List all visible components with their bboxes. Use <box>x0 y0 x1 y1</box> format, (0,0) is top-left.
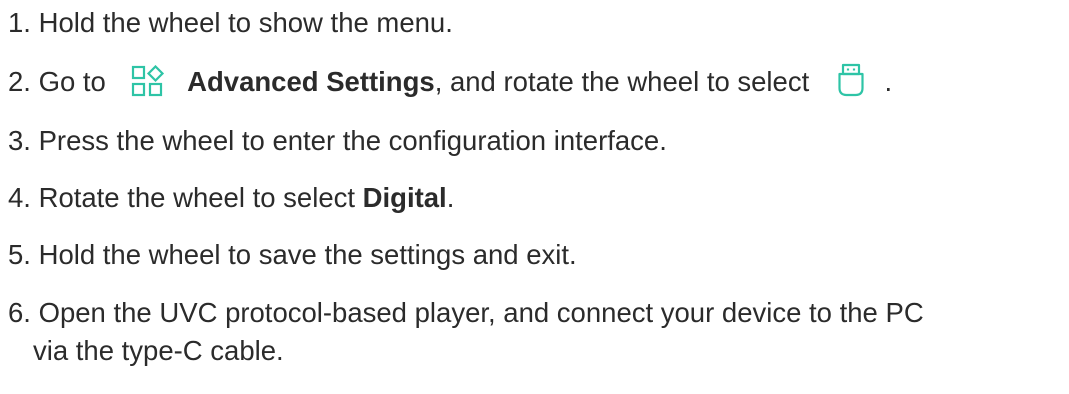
step-text: Hold the wheel to show the menu. <box>38 7 453 38</box>
step-number: 6. <box>8 297 31 328</box>
step-3: 3. Press the wheel to enter the configur… <box>8 122 667 160</box>
step-text-pre: Go to <box>38 66 106 97</box>
step-number: 3. <box>8 125 31 156</box>
step-text-post: . <box>884 66 893 97</box>
step-1: 1. Hold the wheel to show the menu. <box>8 4 453 42</box>
step-6: 6. Open the UVC protocol-based player, a… <box>8 294 1063 370</box>
step-text-post: . <box>446 182 455 213</box>
step-text: Hold the wheel to save the settings and … <box>38 239 577 270</box>
step-text-bold: Digital <box>362 182 447 213</box>
step-5: 5. Hold the wheel to save the settings a… <box>8 236 577 274</box>
step-number: 4. <box>8 182 31 213</box>
step-text-mid: , and rotate the wheel to select <box>434 66 810 97</box>
step-4: 4. Rotate the wheel to select Digital. <box>8 179 454 217</box>
advanced-settings-icon <box>131 64 165 97</box>
step-text-continuation: via the type-C cable. <box>33 335 284 366</box>
step-number: 1. <box>8 7 31 38</box>
step-number: 5. <box>8 239 31 270</box>
step-text: Open the UVC protocol-based player, and … <box>38 297 924 328</box>
step-text: Press the wheel to enter the configurati… <box>38 125 667 156</box>
usb-icon <box>837 63 865 99</box>
step-number: 2. <box>8 66 31 97</box>
step-text-bold: Advanced Settings <box>187 66 435 97</box>
step-2: 2. Go to Advanced Settings, and rotate t… <box>8 63 892 102</box>
step-text-pre: Rotate the wheel to select <box>38 182 363 213</box>
